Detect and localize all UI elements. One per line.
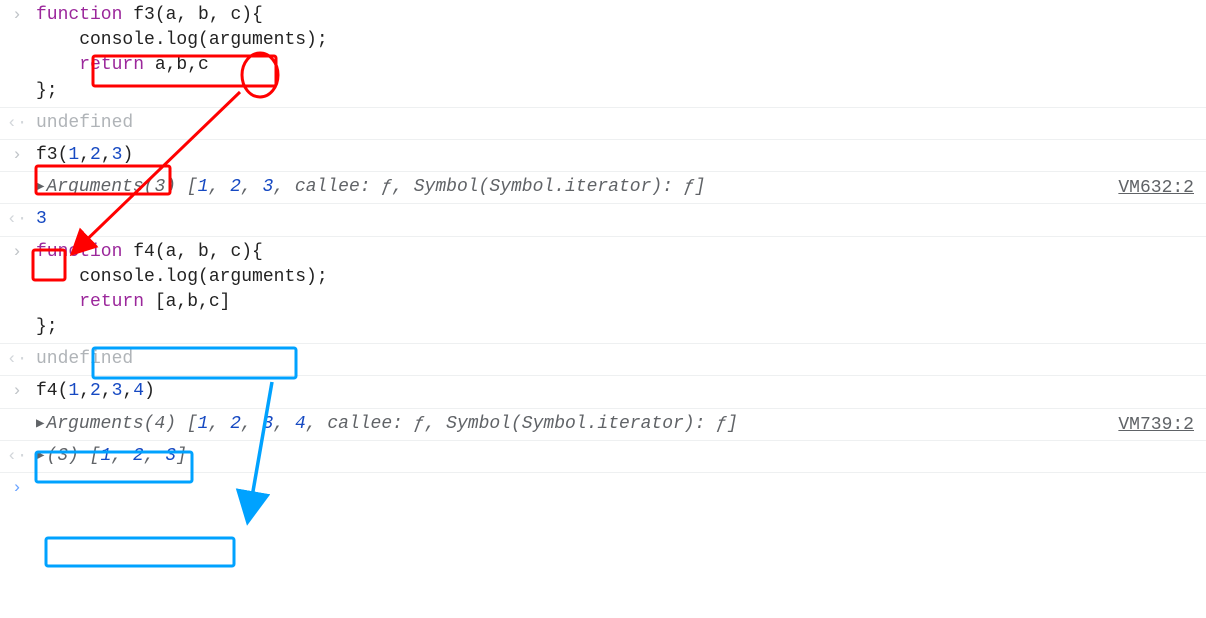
console-row: › f4(1,2,3,4) [0, 376, 1206, 408]
console-log-output[interactable]: Arguments(3) [1, 2, 3, callee: ƒ, Symbol… [46, 177, 705, 197]
expand-caret-icon[interactable]: ▶ [36, 178, 44, 198]
console-row: ▶Arguments(3) [1, 2, 3, callee: ƒ, Symbo… [0, 172, 1206, 204]
source-link[interactable]: VM632:2 [1118, 176, 1194, 201]
source-link[interactable]: VM739:2 [1118, 413, 1194, 438]
console-return-undefined: undefined [36, 349, 133, 369]
gutter-icon: › [6, 241, 28, 265]
gutter-icon: ‹· [6, 348, 28, 372]
console-input-code[interactable]: f4(1,2,3,4) [36, 379, 1198, 404]
gutter-icon: › [6, 4, 28, 28]
gutter-icon: › [6, 144, 28, 168]
console-row: › function f3(a, b, c){ console.log(argum… [0, 0, 1206, 108]
console-input-code[interactable]: function f4(a, b, c){ console.log(argume… [36, 240, 1198, 341]
devtools-console: › function f3(a, b, c){ console.log(argum… [0, 0, 1206, 498]
console-row: ‹· undefined [0, 344, 1206, 376]
console-return-value[interactable]: (3) [1, 2, 3] [46, 446, 186, 466]
expand-caret-icon[interactable]: ▶ [36, 447, 44, 467]
console-input-code[interactable]: f3(1,2,3) [36, 143, 1198, 168]
console-row: › function f4(a, b, c){ console.log(argum… [0, 237, 1206, 345]
gutter-icon: ‹· [6, 208, 28, 232]
console-log-output[interactable]: Arguments(4) [1, 2, 3, 4, callee: ƒ, Sym… [46, 414, 737, 434]
gutter-icon: ‹· [6, 445, 28, 469]
console-return-undefined: undefined [36, 113, 133, 133]
console-input-prompt[interactable]: › [0, 473, 1206, 498]
console-return-value[interactable]: 3 [36, 209, 47, 229]
gutter-icon: › [6, 477, 28, 501]
console-row: ▶Arguments(4) [1, 2, 3, 4, callee: ƒ, Sy… [0, 409, 1206, 441]
gutter-icon: › [6, 380, 28, 404]
expand-caret-icon[interactable]: ▶ [36, 415, 44, 435]
console-row: ‹· 3 [0, 204, 1206, 236]
gutter-icon: ‹· [6, 112, 28, 136]
console-row: ‹· ▶(3) [1, 2, 3] [0, 441, 1206, 473]
console-input-code[interactable]: function f3(a, b, c){ console.log(argume… [36, 3, 1198, 104]
console-row: ‹· undefined [0, 108, 1206, 140]
console-row: › f3(1,2,3) [0, 140, 1206, 172]
